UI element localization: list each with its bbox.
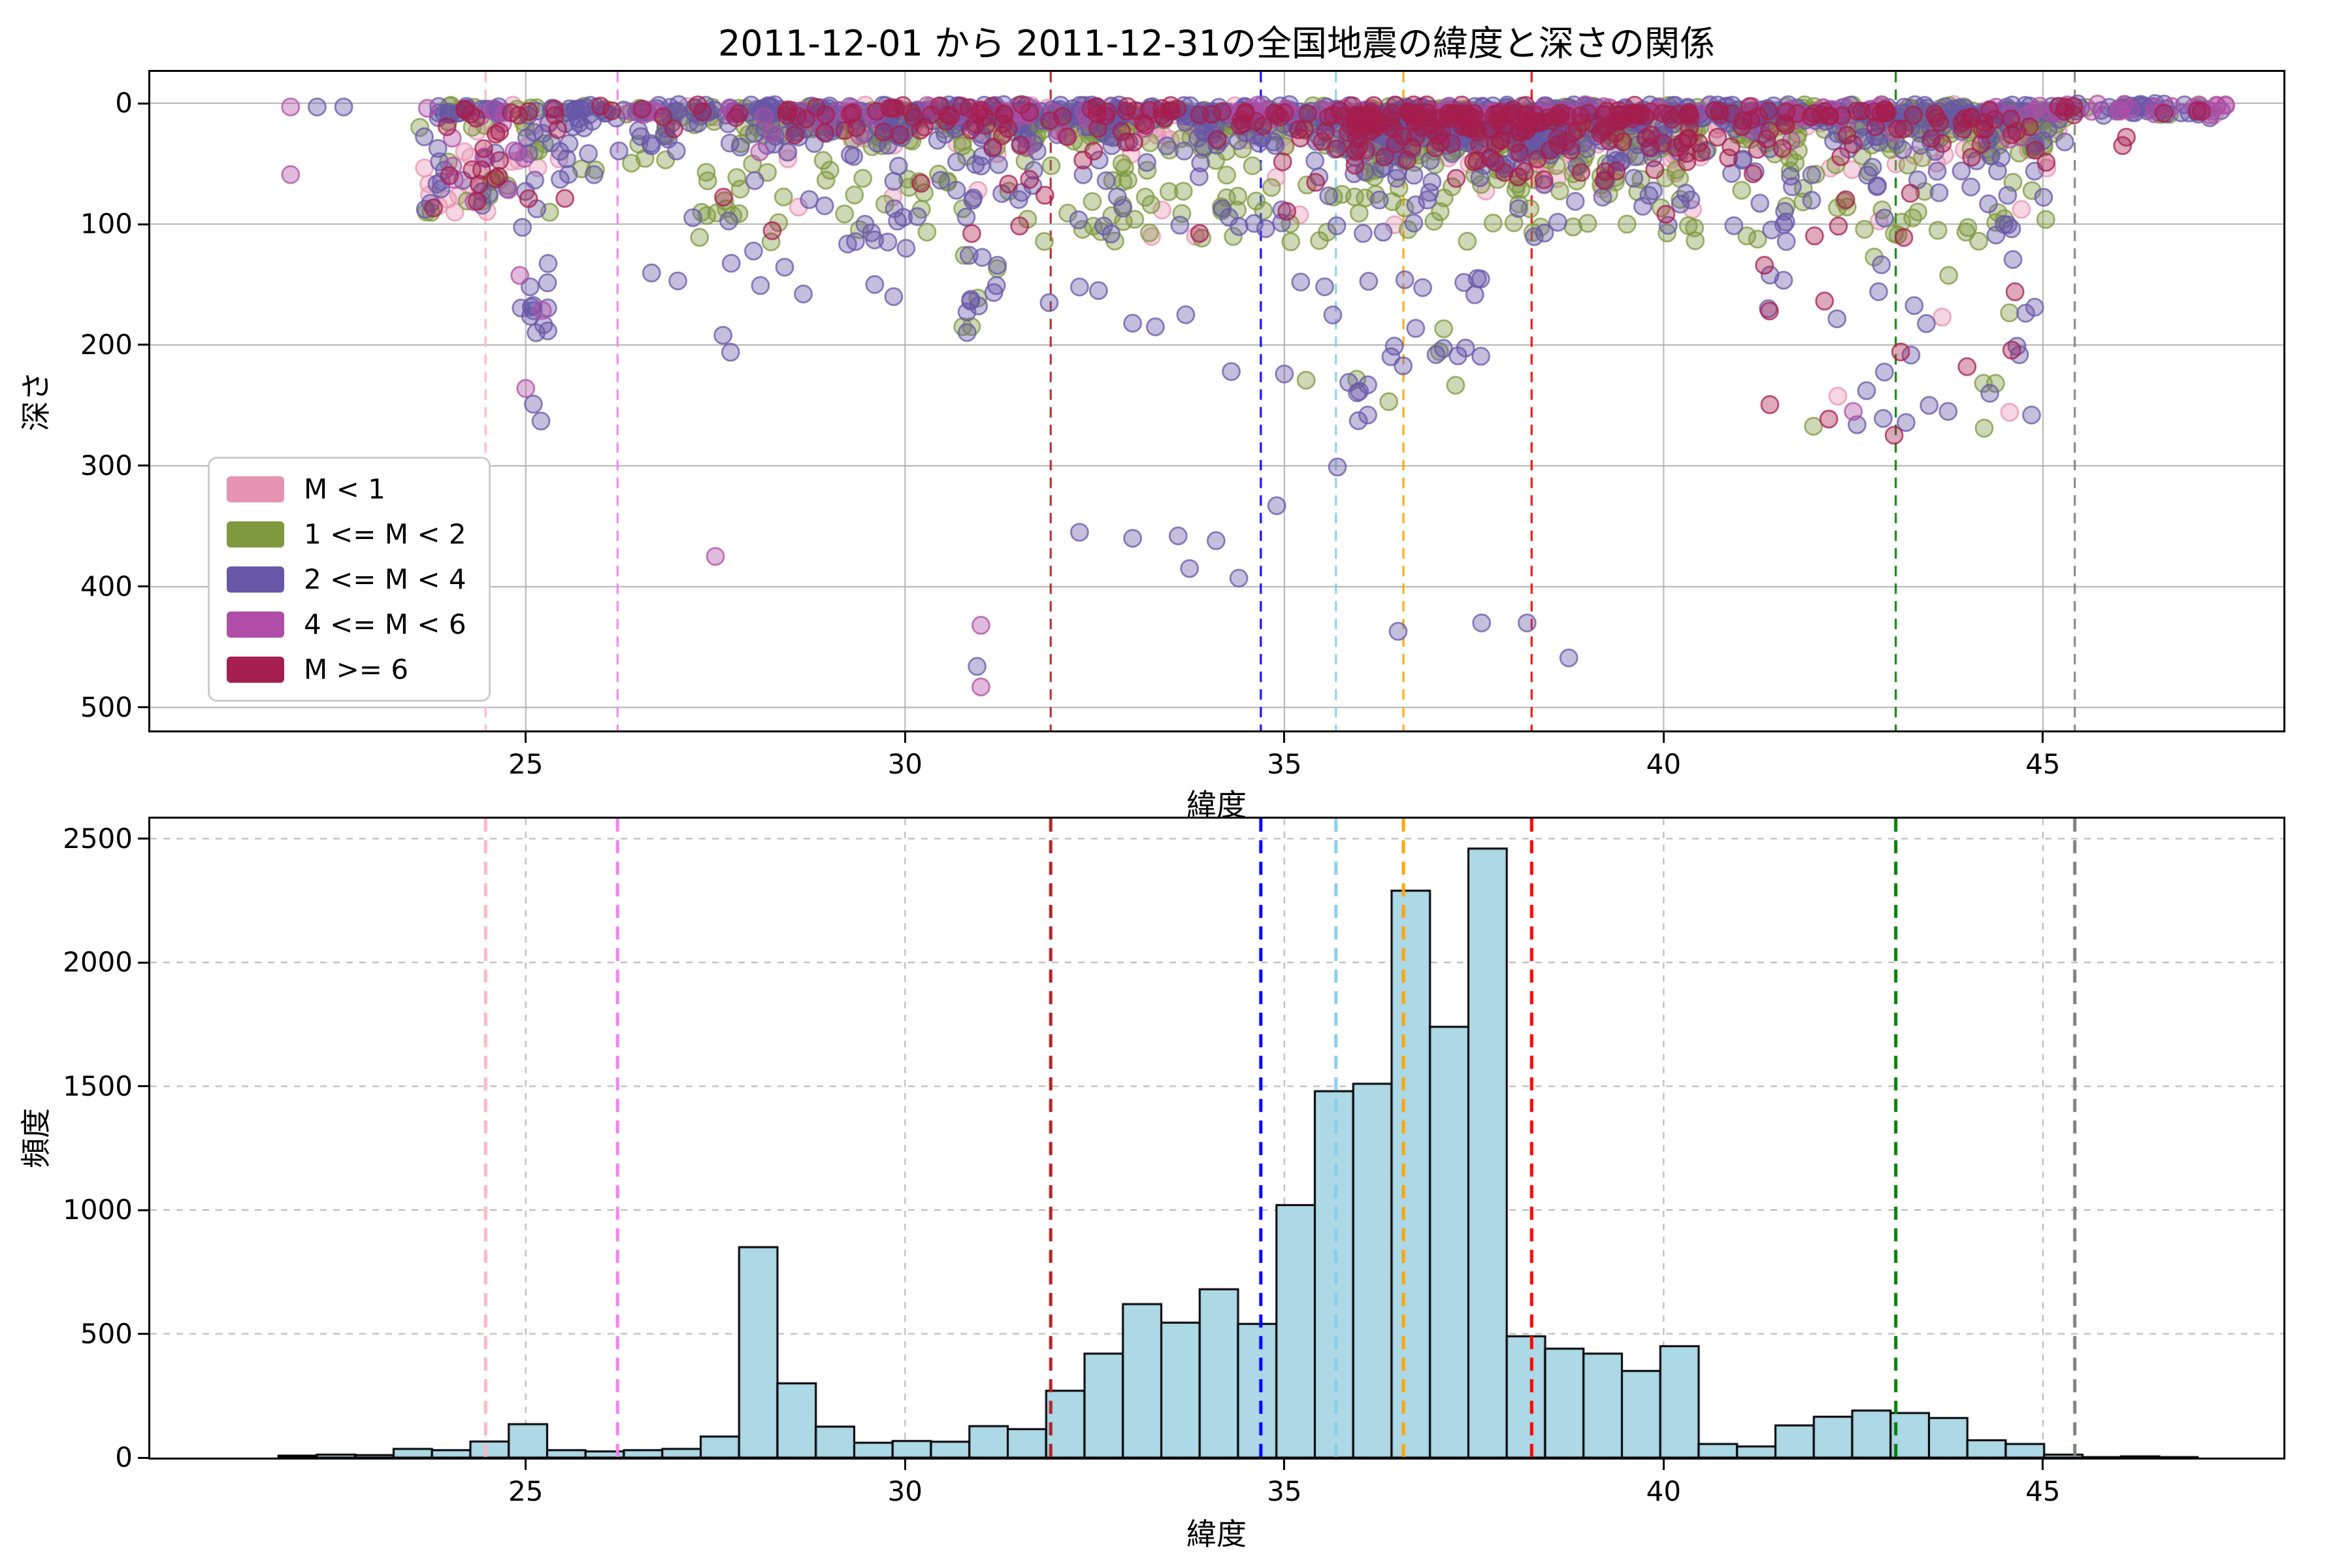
- x-tick-label: 40: [1646, 748, 1682, 780]
- x-tick-label: 45: [2025, 1475, 2061, 1507]
- legend-item-m4: 4 <= M < 6: [227, 608, 466, 640]
- x-tick-mark: [904, 1460, 906, 1470]
- x-tick-mark: [904, 732, 906, 743]
- histogram-canvas: [150, 819, 2283, 1458]
- y-tick-mark: [138, 1085, 148, 1088]
- x-tick-mark: [2042, 732, 2044, 743]
- legend-item-m2: 2 <= M < 4: [227, 563, 466, 595]
- legend-swatch-icon: [227, 476, 284, 502]
- x-tick-label: 25: [508, 1475, 544, 1507]
- x-tick-mark: [1662, 732, 1665, 743]
- y-tick-mark: [138, 1456, 148, 1459]
- x-tick-mark: [1662, 1460, 1665, 1470]
- legend-item-m0: M < 1: [227, 473, 466, 505]
- legend-item-m6: M >= 6: [227, 653, 466, 685]
- y-tick-mark: [138, 465, 148, 467]
- hist-ylabel: 頻度: [18, 1108, 54, 1168]
- histogram-axes: [148, 817, 2285, 1460]
- legend-label: 2 <= M < 4: [304, 563, 466, 595]
- figure-title: 2011-12-01 から 2011-12-31の全国地震の緯度と深さの関係: [718, 23, 1715, 64]
- y-tick-label: 1500: [63, 1070, 133, 1102]
- legend-swatch-icon: [227, 521, 284, 547]
- y-tick-label: 0: [115, 1441, 133, 1473]
- legend-label: M >= 6: [304, 653, 409, 685]
- legend-label: 1 <= M < 2: [304, 518, 466, 550]
- legend-label: 4 <= M < 6: [304, 608, 466, 640]
- x-tick-label: 35: [1267, 1475, 1302, 1507]
- y-tick-label: 300: [80, 449, 133, 482]
- y-tick-mark: [138, 706, 148, 709]
- x-tick-label: 30: [887, 1475, 923, 1507]
- scatter-ylabel: 深さ: [18, 371, 54, 431]
- x-tick-label: 25: [508, 748, 544, 780]
- y-tick-label: 400: [80, 570, 133, 602]
- x-tick-label: 45: [2025, 748, 2061, 780]
- x-tick-label: 40: [1646, 1475, 1682, 1507]
- y-tick-mark: [138, 102, 148, 105]
- x-tick-mark: [1283, 732, 1286, 743]
- scatter-axes: M < 1 1 <= M < 2 2 <= M < 4 4 <= M < 6 M >= …: [148, 70, 2285, 732]
- y-tick-label: 100: [80, 208, 133, 240]
- y-tick-mark: [138, 961, 148, 964]
- y-tick-mark: [138, 1333, 148, 1335]
- y-tick-label: 200: [80, 328, 133, 361]
- hist-xlabel: 緯度: [1186, 1516, 1247, 1552]
- y-tick-mark: [138, 585, 148, 588]
- y-tick-label: 500: [80, 1317, 133, 1350]
- y-tick-label: 0: [115, 87, 133, 120]
- y-tick-mark: [138, 838, 148, 840]
- y-tick-mark: [138, 223, 148, 225]
- x-tick-label: 35: [1267, 748, 1302, 780]
- y-tick-mark: [138, 344, 148, 346]
- legend-swatch-icon: [227, 656, 284, 683]
- x-tick-label: 30: [887, 748, 923, 780]
- x-tick-mark: [525, 1460, 527, 1470]
- legend-item-m1: 1 <= M < 2: [227, 518, 466, 550]
- x-tick-mark: [525, 732, 527, 743]
- y-tick-mark: [138, 1209, 148, 1211]
- y-tick-label: 2500: [63, 822, 133, 855]
- scatter-legend: M < 1 1 <= M < 2 2 <= M < 4 4 <= M < 6 M >= …: [208, 457, 491, 702]
- legend-swatch-icon: [227, 566, 284, 593]
- legend-swatch-icon: [227, 611, 284, 638]
- y-tick-label: 2000: [63, 946, 133, 979]
- figure: 2011-12-01 から 2011-12-31の全国地震の緯度と深さの関係 M…: [0, 0, 2352, 1568]
- y-tick-label: 1000: [63, 1194, 133, 1226]
- y-tick-label: 500: [80, 691, 133, 723]
- x-tick-mark: [1283, 1460, 1286, 1470]
- legend-label: M < 1: [304, 473, 385, 505]
- x-tick-mark: [2042, 1460, 2044, 1470]
